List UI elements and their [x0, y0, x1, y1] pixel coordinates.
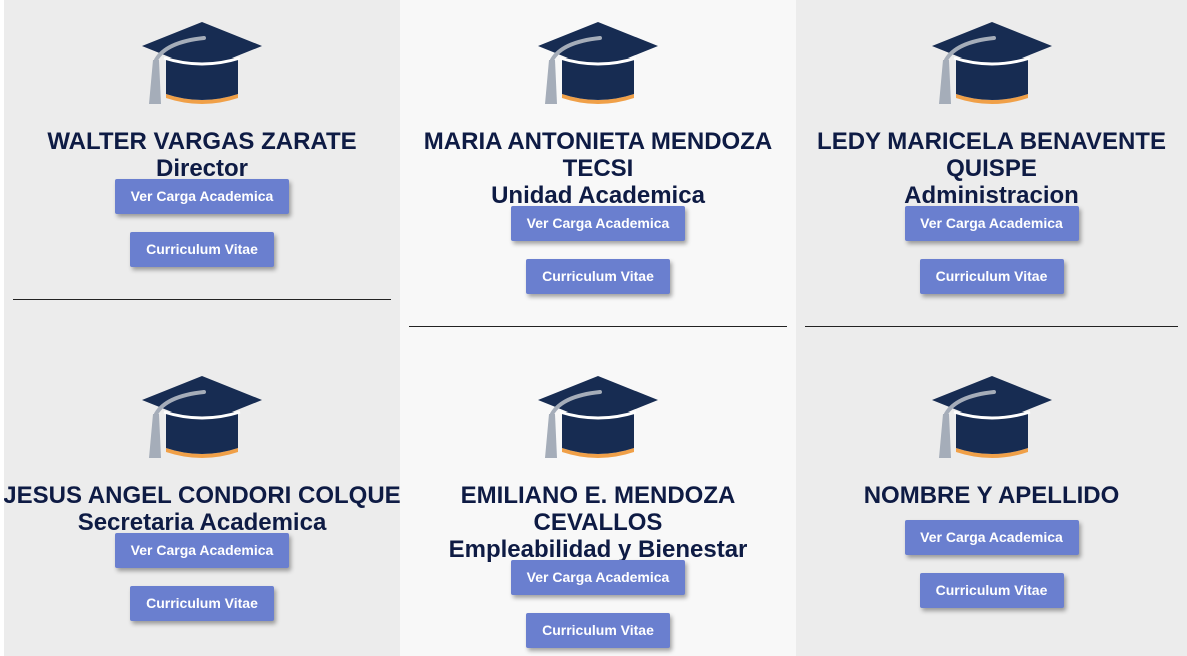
staff-name-line-2: TECSI [562, 155, 634, 182]
staff-role: Empleabilidad y Bienestar [448, 536, 748, 563]
staff-name-line-2: CEVALLOS [533, 509, 663, 536]
staff-name-line-1: MARIA ANTONIETA MENDOZA [423, 128, 773, 155]
staff-name: WALTER VARGAS ZARATE [47, 128, 357, 155]
staff-column-1: WALTER VARGAS ZARATE Director Ver Carga … [4, 0, 400, 656]
staff-name: NOMBRE Y APELLIDO [863, 482, 1120, 509]
curriculum-vitae-button[interactable]: Curriculum Vitae [526, 259, 670, 294]
ver-carga-academica-button[interactable]: Ver Carga Academica [115, 533, 289, 568]
graduation-cap-icon [140, 20, 264, 110]
ver-carga-academica-button[interactable]: Ver Carga Academica [904, 520, 1079, 555]
curriculum-vitae-button[interactable]: Curriculum Vitae [130, 232, 274, 267]
graduation-cap-icon [140, 374, 264, 464]
curriculum-vitae-button[interactable]: Curriculum Vitae [130, 586, 274, 621]
staff-column-2: MARIA ANTONIETA MENDOZA TECSI Unidad Aca… [400, 0, 796, 656]
staff-role: Director [155, 155, 249, 182]
staff-name-line-1: EMILIANO E. MENDOZA [460, 482, 736, 509]
graduation-cap-icon [536, 374, 660, 464]
graduation-cap-icon [536, 20, 660, 110]
graduation-cap-icon [929, 20, 1054, 110]
curriculum-vitae-button[interactable]: Curriculum Vitae [919, 259, 1064, 294]
curriculum-vitae-button[interactable]: Curriculum Vitae [919, 573, 1064, 608]
curriculum-vitae-button[interactable]: Curriculum Vitae [526, 613, 670, 648]
divider [13, 299, 391, 300]
ver-carga-academica-button[interactable]: Ver Carga Academica [511, 206, 685, 241]
ver-carga-academica-button[interactable]: Ver Carga Academica [511, 560, 685, 595]
staff-role: Secretaria Academica [77, 509, 327, 536]
staff-role: Administracion [904, 182, 1079, 209]
staff-grid: WALTER VARGAS ZARATE Director Ver Carga … [0, 0, 1187, 656]
ver-carga-academica-button[interactable]: Ver Carga Academica [115, 179, 289, 214]
staff-name-line-1: LEDY MARICELA BENAVENTE [817, 128, 1166, 155]
staff-name: JESUS ANGEL CONDORI COLQUE [4, 482, 400, 509]
divider [409, 326, 787, 327]
graduation-cap-icon [929, 374, 1054, 464]
divider [805, 326, 1178, 327]
staff-column-3: LEDY MARICELA BENAVENTE QUISPE Administr… [796, 0, 1187, 656]
ver-carga-academica-button[interactable]: Ver Carga Academica [904, 206, 1079, 241]
staff-role: Unidad Academica [491, 182, 705, 209]
staff-name-line-2: QUISPE [946, 155, 1037, 182]
